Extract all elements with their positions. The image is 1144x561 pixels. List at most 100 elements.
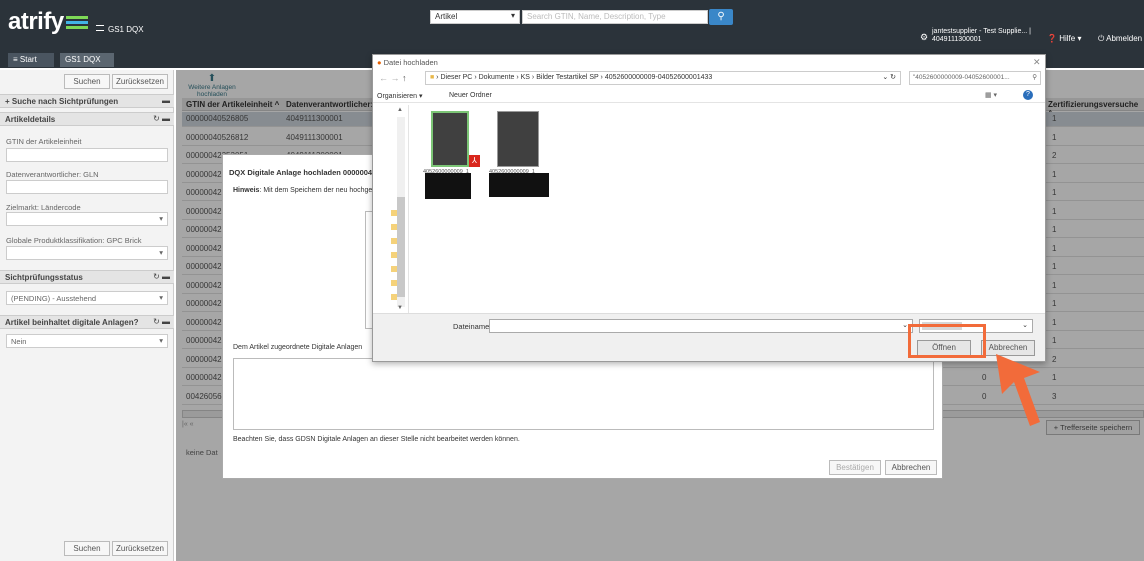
menu-icon: ≡ [13, 55, 20, 64]
section-digital-assets[interactable]: Artikel beinhaltet digitale Anlagen? ↻ ▬ [0, 315, 174, 329]
section-digital-label: Artikel beinhaltet digitale Anlagen? [5, 318, 139, 327]
menu-icon [96, 25, 104, 31]
help-menu[interactable]: ❓ Hilfe ▾ [1047, 34, 1081, 43]
search-filter-button[interactable]: Suchen [64, 74, 110, 89]
file-thumbnail-1[interactable] [431, 111, 469, 167]
digital-assets-select[interactable]: Nein ▾ [6, 334, 168, 348]
digital-value: Nein [11, 337, 27, 346]
nav-pane[interactable]: ▲ ▼ [373, 105, 409, 315]
modal-cancel-button[interactable]: Abbrechen [885, 460, 937, 475]
chevron-down-icon: ▾ [510, 11, 515, 20]
upload-modal-hint: Hinweis: Mit dem Speichern der neu hochg… [233, 187, 372, 194]
logout-label: Abmelden [1106, 34, 1143, 43]
scroll-down-icon[interactable]: ▼ [397, 305, 403, 311]
file-name-1-redaction [425, 173, 471, 199]
tab-start[interactable]: ≡ Start [8, 53, 54, 67]
file-name-2-redaction [489, 173, 549, 197]
view-options-icon[interactable]: ▦ ▾ [985, 91, 997, 99]
file-thumbnail-2[interactable] [497, 111, 539, 167]
search-button[interactable]: ⚲ [709, 9, 733, 25]
dialog-search-input[interactable]: "4052600000009-04052600001... ⚲ [909, 71, 1041, 85]
help-icon[interactable]: ? [1023, 90, 1033, 100]
address-bar[interactable]: ■ › Dieser PC › Dokumente › KS › Bilder … [425, 71, 901, 85]
confirm-button[interactable]: Bestätigen [829, 460, 881, 475]
filename-input[interactable]: ⌄ [489, 319, 913, 333]
app-title: GS1 DQX [96, 25, 144, 34]
scroll-up-icon[interactable]: ▲ [397, 107, 403, 113]
atrify-logo[interactable]: atrify [8, 8, 88, 36]
gtin-label: GTIN der Artikeleinheit [6, 137, 82, 146]
section-check-status[interactable]: Sichtprüfungsstatus ↻ ▬ [0, 270, 174, 284]
logo-text: atrify [8, 8, 64, 35]
expand-icon: + [5, 97, 12, 106]
hint-text: : Mit dem Speichern der neu hochge [259, 187, 373, 194]
app-title-text: GS1 DQX [108, 25, 144, 34]
gtin-input[interactable] [6, 148, 168, 162]
search-filter-button-bottom[interactable]: Suchen [64, 541, 110, 556]
organize-label: Organisieren [377, 93, 418, 100]
reset-filter-button-bottom[interactable]: Zurücksetzen [112, 541, 168, 556]
target-market-select[interactable]: ▾ [6, 212, 168, 226]
pdf-icon: ⅄ [469, 155, 480, 167]
dialog-title: ● Datei hochladen [377, 58, 438, 67]
new-folder-button[interactable]: Neuer Ordner [449, 92, 492, 99]
power-icon: ⏻ [1098, 34, 1105, 43]
search-icon: ⚲ [717, 11, 725, 22]
assigned-assets-box [233, 358, 934, 430]
top-bar [0, 0, 1144, 52]
reset-filter-button[interactable]: Zurücksetzen [112, 74, 168, 89]
reset-collapse-icons[interactable]: ↻ ▬ [153, 317, 170, 326]
nav-arrows[interactable]: ← → ↑ [379, 73, 407, 83]
target-market-label: Zielmarkt: Ländercode [6, 203, 81, 212]
tab-gs1-dqx[interactable]: GS1 DQX ✖ [60, 53, 114, 78]
gpc-label: Globale Produktklassifikation: GPC Brick [6, 236, 142, 245]
help-icon: ❓ [1047, 34, 1057, 43]
user-info[interactable]: jantestsupplier - Test Supplie... | 40491… [932, 28, 1031, 44]
nav-scrollbar[interactable] [397, 117, 405, 307]
collapse-icon[interactable]: ▬ [162, 96, 170, 105]
search-icon: ⚲ [1032, 74, 1037, 81]
section-details-label: Artikeldetails [5, 115, 56, 124]
gdsn-note: Beachten Sie, dass GDSN Digitale Anlagen… [233, 436, 520, 443]
firefox-icon: ● [377, 58, 382, 67]
crumb-pictures[interactable]: Bilder Testartikel SP [536, 74, 598, 81]
crumb-pc[interactable]: Dieser PC [440, 74, 472, 81]
organize-menu[interactable]: Organisieren ▾ [377, 92, 423, 100]
upload-modal-title: DQX Digitale Anlage hochladen 0000004052 [229, 168, 385, 177]
dialog-toolbar: Organisieren ▾ Neuer Ordner ▦ ▾ ? [373, 89, 1045, 103]
gln-label: Datenverantwortlicher: GLN [6, 170, 99, 179]
crumb-ks[interactable]: KS [521, 74, 530, 81]
section-article-details[interactable]: Artikeldetails ↻ ▬ [0, 112, 174, 126]
gln-input[interactable] [6, 180, 168, 194]
assigned-label: Dem Artikel zugeordnete Digitale Anlagen [233, 344, 363, 351]
chevron-down-icon: ▾ [159, 214, 163, 223]
dialog-title-text: Datei hochladen [383, 58, 438, 67]
dialog-close-icon[interactable]: ✕ [1033, 57, 1041, 68]
status-select[interactable]: (PENDING) - Ausstehend ▾ [6, 291, 168, 305]
folder-icon: ■ [430, 74, 435, 81]
gear-icon[interactable]: ⚙ [920, 32, 928, 43]
gpc-select[interactable]: ▾ [6, 246, 168, 260]
tab-start-label: Start [19, 55, 37, 64]
crumb-documents[interactable]: Dokumente [479, 74, 515, 81]
logout-button[interactable]: ⏻ Abmelden [1098, 34, 1142, 44]
help-label: Hilfe [1059, 34, 1076, 43]
hint-bold: Hinweis [233, 187, 260, 194]
user-name: jantestsupplier - Test Supplie... | [932, 28, 1031, 35]
file-upload-dialog: ● Datei hochladen ✕ ← → ↑ ■ › Dieser PC … [372, 54, 1046, 362]
reset-collapse-icons[interactable]: ↻ ▬ [153, 114, 170, 123]
section-search-checks[interactable]: + Suche nach Sichtprüfungen ▬ [0, 94, 174, 108]
search-input[interactable]: Search GTIN, Name, Description, Type [522, 10, 708, 24]
chevron-down-icon: ⌄ [1022, 322, 1028, 329]
section-search-label: Suche nach Sichtprüfungen [11, 97, 119, 106]
refresh-icon[interactable]: ⌄ ↻ [882, 73, 896, 81]
pointer-arrow-icon [996, 354, 1040, 426]
dialog-search-value: "4052600000009-04052600001... [913, 74, 1010, 81]
user-gln: 4049111300001 [932, 36, 982, 43]
search-scope-select[interactable]: Artikel ▾ [430, 10, 520, 24]
crumb-folder[interactable]: 4052600000009-04052600001433 [605, 74, 712, 81]
reset-collapse-icons[interactable]: ↻ ▬ [153, 272, 170, 281]
section-status-label: Sichtprüfungsstatus [5, 273, 83, 282]
folder-icons [391, 210, 397, 300]
logo-bars-icon [65, 16, 88, 30]
